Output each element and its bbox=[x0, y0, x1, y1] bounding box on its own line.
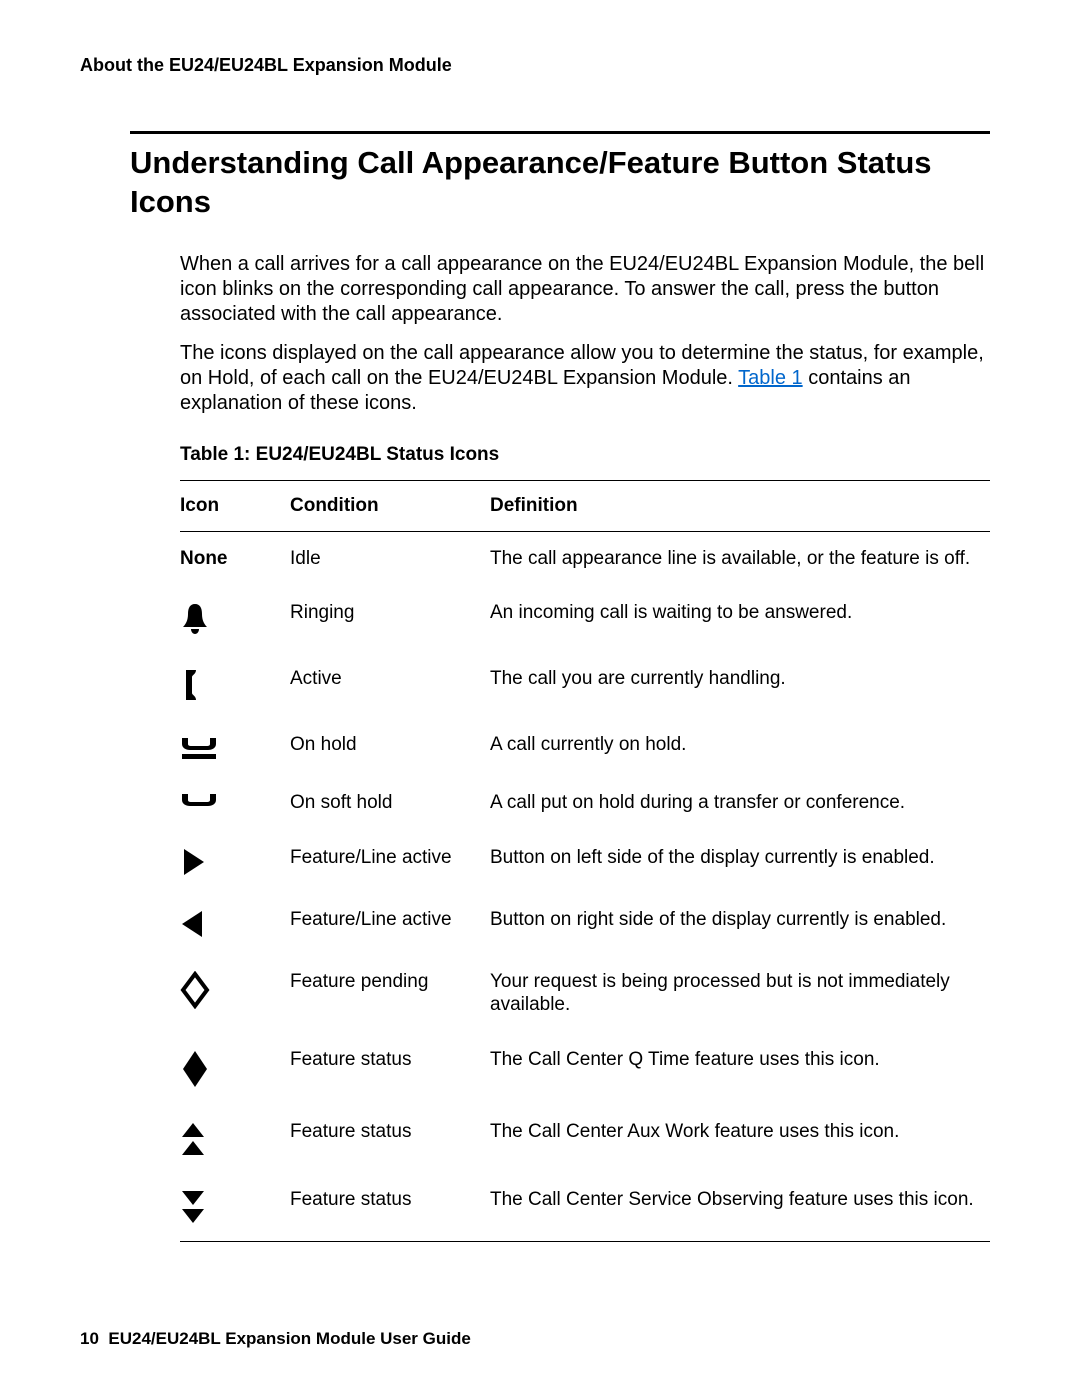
condition-cell: Feature/Line active bbox=[290, 893, 490, 955]
definition-cell: A call put on hold during a transfer or … bbox=[490, 776, 990, 831]
condition-cell: Feature status bbox=[290, 1033, 490, 1105]
icon-cell bbox=[180, 776, 290, 831]
condition-cell: Feature status bbox=[290, 1173, 490, 1242]
soft-hold-icon bbox=[180, 792, 280, 812]
document-page: About the EU24/EU24BL Expansion Module U… bbox=[0, 0, 1080, 1397]
th-definition: Definition bbox=[490, 480, 990, 531]
condition-cell: On hold bbox=[290, 718, 490, 776]
condition-cell: Idle bbox=[290, 531, 490, 586]
definition-cell: The Call Center Aux Work feature uses th… bbox=[490, 1105, 990, 1173]
definition-cell: Your request is being processed but is n… bbox=[490, 955, 990, 1033]
table-row: Feature pending Your request is being pr… bbox=[180, 955, 990, 1033]
main-content: Understanding Call Appearance/Feature Bu… bbox=[130, 131, 990, 1242]
page-title: Understanding Call Appearance/Feature Bu… bbox=[130, 144, 990, 222]
double-down-icon bbox=[180, 1189, 280, 1225]
bell-icon bbox=[180, 602, 280, 636]
icon-cell: None bbox=[180, 531, 290, 586]
icon-cell bbox=[180, 652, 290, 718]
icon-cell bbox=[180, 893, 290, 955]
definition-cell: Button on right side of the display curr… bbox=[490, 893, 990, 955]
status-icons-table: Icon Condition Definition None Idle The … bbox=[180, 480, 990, 1242]
icon-cell bbox=[180, 1105, 290, 1173]
condition-cell: Ringing bbox=[290, 586, 490, 652]
condition-cell: Feature/Line active bbox=[290, 831, 490, 893]
intro-paragraph-1: When a call arrives for a call appearanc… bbox=[180, 252, 990, 327]
handset-icon bbox=[180, 668, 280, 702]
definition-cell: The Call Center Service Observing featur… bbox=[490, 1173, 990, 1242]
table-header-row: Icon Condition Definition bbox=[180, 480, 990, 531]
definition-cell: A call currently on hold. bbox=[490, 718, 990, 776]
table-row: Feature/Line active Button on right side… bbox=[180, 893, 990, 955]
table-row: On soft hold A call put on hold during a… bbox=[180, 776, 990, 831]
page-footer: 10 EU24/EU24BL Expansion Module User Gui… bbox=[80, 1329, 471, 1349]
icon-cell bbox=[180, 586, 290, 652]
th-condition: Condition bbox=[290, 480, 490, 531]
table-row: Feature/Line active Button on left side … bbox=[180, 831, 990, 893]
icon-cell bbox=[180, 1173, 290, 1242]
condition-cell: Active bbox=[290, 652, 490, 718]
th-icon: Icon bbox=[180, 480, 290, 531]
icon-cell bbox=[180, 831, 290, 893]
table-caption: Table 1: EU24/EU24BL Status Icons bbox=[180, 444, 990, 466]
section-rule bbox=[130, 131, 990, 134]
icon-cell bbox=[180, 718, 290, 776]
condition-cell: Feature pending bbox=[290, 955, 490, 1033]
definition-cell: The Call Center Q Time feature uses this… bbox=[490, 1033, 990, 1105]
triangle-left-icon bbox=[180, 909, 280, 939]
table-row: Feature status The Call Center Q Time fe… bbox=[180, 1033, 990, 1105]
table-1-link[interactable]: Table 1 bbox=[738, 367, 803, 389]
footer-title: EU24/EU24BL Expansion Module User Guide bbox=[108, 1329, 470, 1348]
table-row: None Idle The call appearance line is av… bbox=[180, 531, 990, 586]
condition-cell: On soft hold bbox=[290, 776, 490, 831]
condition-cell: Feature status bbox=[290, 1105, 490, 1173]
table-row: Active The call you are currently handli… bbox=[180, 652, 990, 718]
triangle-right-icon bbox=[180, 847, 280, 877]
table-row: Feature status The Call Center Aux Work … bbox=[180, 1105, 990, 1173]
table-row: Ringing An incoming call is waiting to b… bbox=[180, 586, 990, 652]
intro-paragraph-2: The icons displayed on the call appearan… bbox=[180, 341, 990, 416]
double-up-icon bbox=[180, 1121, 280, 1157]
none-icon: None bbox=[180, 548, 228, 569]
running-header: About the EU24/EU24BL Expansion Module bbox=[80, 55, 1000, 76]
diamond-outline-icon bbox=[180, 971, 280, 1009]
definition-cell: The call appearance line is available, o… bbox=[490, 531, 990, 586]
definition-cell: The call you are currently handling. bbox=[490, 652, 990, 718]
hold-icon bbox=[180, 734, 280, 760]
definition-cell: An incoming call is waiting to be answer… bbox=[490, 586, 990, 652]
table-row: On hold A call currently on hold. bbox=[180, 718, 990, 776]
page-number: 10 bbox=[80, 1329, 99, 1348]
icon-cell bbox=[180, 1033, 290, 1105]
diamond-filled-icon bbox=[180, 1049, 280, 1089]
table-row: Feature status The Call Center Service O… bbox=[180, 1173, 990, 1242]
icon-cell bbox=[180, 955, 290, 1033]
definition-cell: Button on left side of the display curre… bbox=[490, 831, 990, 893]
